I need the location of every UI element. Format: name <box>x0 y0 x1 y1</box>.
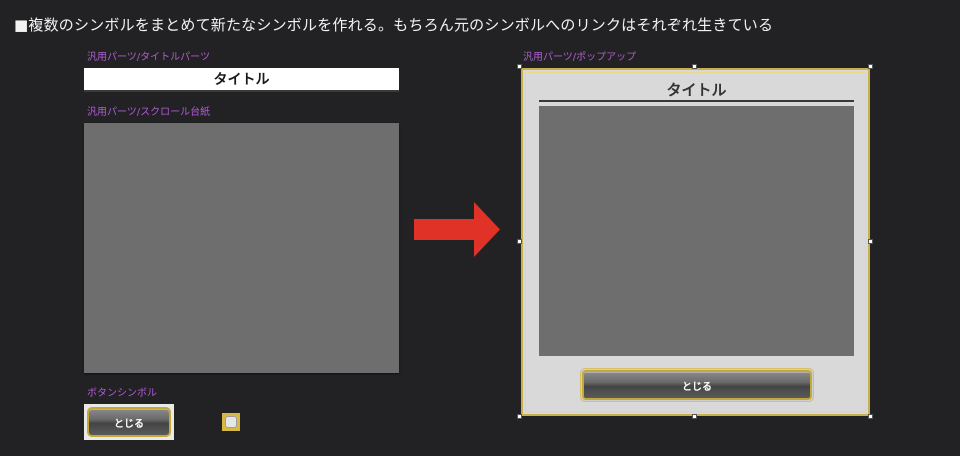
button-symbol-label: ボタンシンボル <box>87 388 157 399</box>
popup-title-text: タイトル <box>666 80 727 99</box>
title-part-symbol[interactable]: タイトル <box>84 68 399 92</box>
popup-title-part[interactable]: タイトル <box>539 78 854 102</box>
resize-handle-top-left[interactable] <box>517 64 522 69</box>
popup-symbol[interactable]: タイトル とじる <box>521 68 870 416</box>
right-arrow-icon <box>414 202 500 257</box>
title-part-text: タイトル <box>213 72 270 88</box>
small-button-face <box>225 416 237 428</box>
resize-handle-right[interactable] <box>868 239 873 244</box>
resize-handle-bottom-left[interactable] <box>517 414 522 419</box>
resize-handle-bottom-right[interactable] <box>868 414 873 419</box>
small-button-symbol[interactable] <box>222 413 240 431</box>
popup-scroll-base[interactable] <box>539 106 854 356</box>
title-part-label: 汎用パーツ/タイトルパーツ <box>87 52 210 63</box>
scroll-base-symbol[interactable] <box>84 123 399 373</box>
resize-handle-top-right[interactable] <box>868 64 873 69</box>
close-button[interactable]: とじる <box>87 407 171 437</box>
scroll-base-label: 汎用パーツ/スクロール台紙 <box>87 107 211 118</box>
popup-label: 汎用パーツ/ポップアップ <box>523 52 637 63</box>
resize-handle-left[interactable] <box>517 239 522 244</box>
popup-close-button-label: とじる <box>682 381 712 393</box>
popup-close-button-frame[interactable]: とじる <box>580 368 814 402</box>
resize-handle-bottom[interactable] <box>692 414 697 419</box>
resize-handle-top[interactable] <box>692 64 697 69</box>
close-button-label: とじる <box>114 418 144 430</box>
button-symbol[interactable]: とじる <box>84 404 174 440</box>
popup-close-button[interactable]: とじる <box>582 370 812 400</box>
page-heading: ■複数のシンボルをまとめて新たなシンボルを作れる。もちろん元のシンボルへのリンク… <box>14 16 774 34</box>
